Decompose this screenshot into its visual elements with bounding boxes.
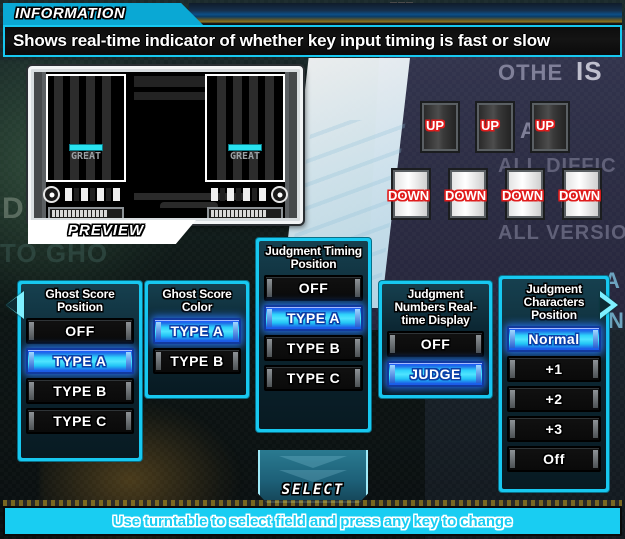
panel-title-judgment-characters-position: Judgment Characters Position (523, 282, 585, 322)
option-label: TYPE A (170, 323, 224, 339)
key-hint-down-label-1: DOWN (388, 188, 430, 203)
option-label: TYPE A (53, 353, 107, 369)
information-tab-strip (189, 3, 622, 25)
preview-box: GREAT GREAT (28, 66, 303, 224)
preview-label: PREVIEW (68, 222, 145, 239)
key-hint-up-label-2: UP (481, 118, 500, 133)
option-judgment-numbers-1[interactable]: JUDGE (387, 361, 484, 387)
select-marker-label: SELECT (281, 482, 345, 498)
option-label: +3 (545, 421, 563, 437)
option-ghost-score-position-3[interactable]: TYPE C (26, 408, 134, 434)
option-label: JUDGE (410, 366, 461, 382)
panel-title-ghost-score-position: Ghost Score Position (45, 287, 115, 314)
option-ghost-score-color-0[interactable]: TYPE A (153, 318, 241, 344)
panel-ghost-score-position[interactable]: Ghost Score Position OFF TYPE A TYPE B T… (18, 281, 142, 461)
background-text-is: IS (576, 56, 603, 86)
panel-judgment-characters-position[interactable]: Judgment Characters Position Normal +1 +… (499, 276, 609, 492)
scroll-left-arrow-notch (6, 297, 17, 313)
panel-judgment-numbers-realtime-display[interactable]: Judgment Numbers Real-time Display OFF J… (379, 281, 492, 398)
option-label: Normal (528, 331, 580, 347)
preview-timing-bar-left (69, 144, 103, 151)
information-body: Shows real-time indicator of whether key… (3, 25, 622, 57)
option-judgment-timing-position-1[interactable]: TYPE A (264, 305, 363, 331)
key-hint-down-label-2: DOWN (445, 188, 487, 203)
option-label: Off (543, 451, 565, 467)
option-judgment-timing-position-2[interactable]: TYPE B (264, 335, 363, 361)
panel-title-judgment-numbers-realtime-display: Judgment Numbers Real-time Display (394, 287, 477, 327)
footer-hint-bar: Use turntable to select field and press … (3, 506, 622, 536)
panel-title-ghost-score-color: Ghost Score Color (162, 287, 232, 314)
option-judgment-timing-position-0[interactable]: OFF (264, 275, 363, 301)
option-ghost-score-color-1[interactable]: TYPE B (153, 348, 241, 374)
preview-judgment-text-right: GREAT (229, 151, 261, 162)
preview-timing-bar-right (228, 144, 262, 151)
key-hint-up-label-3: UP (536, 118, 555, 133)
option-judgment-characters-0[interactable]: Normal (507, 326, 601, 352)
preview-judgment-left: GREAT (63, 144, 109, 162)
option-judgment-characters-4[interactable]: Off (507, 446, 601, 472)
settings-screen: Di to Gho OTHE IS B ANI ALL DIFFIC RG AL… (0, 0, 625, 539)
option-judgment-timing-position-3[interactable]: TYPE C (264, 365, 363, 391)
option-ghost-score-position-2[interactable]: TYPE B (26, 378, 134, 404)
background-text-other: OTHE (498, 60, 564, 85)
option-label: TYPE B (170, 353, 224, 369)
preview-keys-left (65, 188, 120, 201)
panel-judgment-timing-position[interactable]: Judgment Timing Position OFF TYPE A TYPE… (256, 238, 371, 432)
option-label: OFF (420, 336, 451, 352)
option-label: TYPE B (286, 340, 341, 356)
preview-lane-left: GREAT (46, 74, 126, 182)
scroll-right-arrow-notch (600, 297, 611, 313)
preview-screen: GREAT GREAT (34, 72, 297, 218)
option-label: +2 (545, 391, 563, 407)
option-label: OFF (298, 280, 329, 296)
panel-ghost-score-color[interactable]: Ghost Score Color TYPE A TYPE B (145, 281, 249, 398)
preview-judgment-text-left: GREAT (70, 151, 102, 162)
key-hint-down-label-3: DOWN (502, 188, 544, 203)
preview-label-plate: PREVIEW (28, 220, 196, 244)
panel-title-judgment-timing-position: Judgment Timing Position (265, 244, 362, 271)
option-label: TYPE C (286, 370, 341, 386)
option-judgment-characters-3[interactable]: +3 (507, 416, 601, 442)
preview-lane-right: GREAT (205, 74, 285, 182)
key-hint-down-label-4: DOWN (559, 188, 601, 203)
option-judgment-characters-1[interactable]: +1 (507, 356, 601, 382)
background-text-all-version: ALL VERSIO (498, 222, 625, 244)
preview-meter-left (48, 207, 124, 218)
preview-turntable-right (271, 186, 288, 203)
information-tab-label: INFORMATION (15, 5, 126, 22)
key-hint-up-label-1: UP (426, 118, 445, 133)
option-ghost-score-position-0[interactable]: OFF (26, 318, 134, 344)
option-judgment-characters-2[interactable]: +2 (507, 386, 601, 412)
information-banner: INFORMATION Shows real-time indicator of… (3, 3, 622, 57)
option-label: TYPE C (53, 413, 107, 429)
option-label: OFF (65, 323, 95, 339)
footer-hint-text: Use turntable to select field and press … (112, 512, 513, 530)
information-message: Shows real-time indicator of whether key… (13, 31, 550, 50)
information-tab: INFORMATION (3, 3, 622, 25)
preview-judgment-right: GREAT (222, 144, 268, 162)
option-label: TYPE A (286, 310, 341, 326)
preview-keys-right (211, 188, 266, 201)
preview-turntable-left (43, 186, 60, 203)
option-ghost-score-position-1[interactable]: TYPE A (26, 348, 134, 374)
preview-meter-right (207, 207, 283, 218)
option-label: TYPE B (53, 383, 107, 399)
option-judgment-numbers-0[interactable]: OFF (387, 331, 484, 357)
option-label: +1 (545, 361, 563, 377)
